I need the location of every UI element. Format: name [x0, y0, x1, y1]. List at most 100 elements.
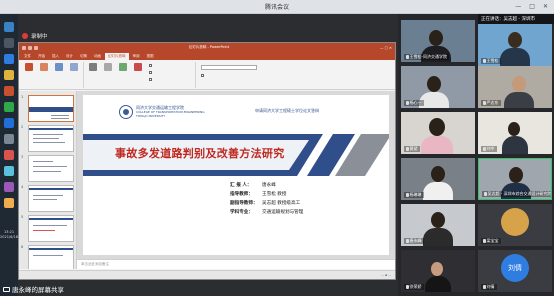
thumb-band — [29, 188, 73, 190]
participant-tile[interactable]: 王雪松 — [478, 24, 552, 66]
maximize-icon[interactable]: □ — [529, 3, 535, 10]
tab-animations[interactable]: 动画 — [91, 53, 104, 60]
thumb-line — [51, 118, 69, 119]
undo-icon[interactable] — [28, 45, 32, 50]
app-icon[interactable] — [4, 166, 14, 176]
participant-head — [509, 167, 523, 183]
rehearse-button[interactable] — [116, 63, 130, 72]
setup-show-button[interactable] — [86, 63, 100, 72]
close-icon[interactable]: ✕ — [543, 3, 548, 10]
tab-insert[interactable]: 插入 — [49, 53, 62, 60]
app-icon[interactable] — [4, 182, 14, 192]
participant-tile[interactable]: 杨心一 — [401, 66, 475, 108]
participant-tile[interactable]: 梁宝宝 — [478, 204, 552, 246]
info-key: 指导教师： — [230, 192, 253, 197]
current-slide[interactable]: 同济大学交通运输工程学院 COLLEGE OF TRANSPORTATION E… — [83, 95, 389, 255]
recording-label: 录制中 — [31, 34, 48, 40]
thumb-line — [33, 225, 67, 226]
save-icon[interactable] — [22, 45, 26, 50]
from-beginning-button[interactable] — [22, 63, 36, 72]
slide-thumbnail[interactable] — [28, 245, 74, 269]
thumb-band — [29, 248, 73, 250]
present-online-button[interactable] — [52, 63, 66, 72]
slide-thumbnail[interactable] — [28, 155, 74, 182]
tab-home[interactable]: 开始 — [35, 53, 48, 60]
info-value: 交通运输规划与管理 — [262, 210, 304, 215]
tab-view[interactable]: 视图 — [144, 53, 157, 60]
mic-icon — [406, 239, 409, 243]
app-icon[interactable] — [4, 198, 14, 208]
use-timings-checkbox[interactable] — [149, 71, 152, 74]
thumbnail-1[interactable]: 1 — [21, 95, 75, 125]
participant-tile[interactable]: 唐永峰 — [401, 204, 475, 246]
participant-tile[interactable]: 杨琳琳 — [401, 158, 475, 200]
zoom-slider[interactable]: — ▪ — — [381, 273, 391, 277]
meeting-icon[interactable] — [4, 118, 14, 128]
app-title: 腾讯会议 — [264, 4, 289, 11]
search-icon[interactable] — [4, 38, 14, 48]
divider — [195, 62, 196, 88]
ppt-window-title: 幻灯片放映 - PowerPoint — [188, 45, 230, 49]
participant-tile[interactable]: 刘倩 刘倩 — [478, 250, 552, 292]
thumb-band — [29, 128, 73, 130]
tab-transitions[interactable]: 切换 — [77, 53, 90, 60]
play-icon — [40, 63, 48, 71]
thumbnail-6[interactable]: 6 — [21, 245, 75, 269]
start-icon[interactable] — [4, 22, 14, 32]
tab-file[interactable]: 文件 — [21, 53, 34, 60]
tab-slideshow[interactable]: 幻灯片放映 — [105, 53, 129, 60]
thumbnail-5[interactable]: 5 — [21, 215, 75, 245]
slide-thumbnail[interactable] — [28, 95, 74, 122]
play-icon — [25, 63, 33, 71]
participant-tile[interactable]: 黄斌 — [401, 112, 475, 154]
thumb-line — [33, 230, 55, 231]
thumbnail-3[interactable]: 3 — [21, 155, 75, 185]
slide-thumbnail[interactable] — [28, 185, 74, 212]
slide-thumbnail[interactable] — [28, 215, 74, 242]
thumbnail-4[interactable]: 4 — [21, 185, 75, 215]
tab-design[interactable]: 设计 — [63, 53, 76, 60]
record-show-button[interactable] — [131, 63, 145, 72]
thumb-line — [33, 199, 57, 200]
show-media-controls-checkbox[interactable] — [149, 78, 152, 81]
monitor-select[interactable] — [201, 65, 257, 70]
participant-body — [421, 136, 453, 154]
slide-thumbnail[interactable] — [28, 125, 74, 152]
notes-pane[interactable]: 单击此处添加备注 — [77, 259, 395, 269]
participant-tile[interactable]: 刘中 — [478, 112, 552, 154]
browser-icon[interactable] — [4, 54, 14, 64]
participant-tile[interactable]: 徐荣娇 — [401, 250, 475, 292]
thumbnail-2[interactable]: 2 — [21, 125, 75, 155]
participant-body — [425, 276, 451, 292]
minimize-icon[interactable]: — — [515, 3, 521, 10]
from-current-button[interactable] — [37, 63, 51, 72]
presenter-view-checkbox[interactable] — [201, 74, 204, 77]
wechat-icon[interactable] — [4, 102, 14, 112]
hide-slide-button[interactable] — [101, 63, 115, 72]
thumbnail-number: 6 — [21, 245, 24, 249]
participant-tile[interactable]: 王雪松-同济交通学院 — [401, 20, 475, 62]
thumb-band — [29, 218, 73, 220]
powerpoint-icon[interactable] — [4, 86, 14, 96]
custom-show-button[interactable] — [67, 63, 81, 72]
redo-icon[interactable] — [34, 45, 38, 50]
ppt-window-controls[interactable]: — □ ✕ — [380, 46, 392, 50]
participant-tile[interactable]: 严志东 — [478, 66, 552, 108]
info-key: 汇 报 人： — [230, 183, 252, 188]
folder-icon[interactable] — [4, 70, 14, 80]
participant-tile[interactable]: 吴志超 - 深圳市综合交通设计研究院 — [478, 158, 552, 200]
info-value: 吴志超 教授级高工 — [262, 201, 301, 206]
thumbnail-number: 5 — [21, 215, 24, 219]
play-narrations-checkbox[interactable] — [149, 64, 152, 67]
ribbon — [19, 60, 395, 90]
participant-name: 严志东 — [481, 100, 501, 106]
tab-review[interactable]: 审阅 — [130, 53, 143, 60]
app-icon[interactable] — [4, 150, 14, 160]
thumb-line — [33, 138, 59, 139]
mic-icon — [483, 285, 486, 289]
app-icon[interactable] — [4, 134, 14, 144]
mic-icon — [483, 59, 486, 63]
recording-indicator[interactable]: 录制中 — [18, 30, 76, 42]
participant-head — [429, 30, 443, 46]
participant-head — [508, 32, 522, 48]
